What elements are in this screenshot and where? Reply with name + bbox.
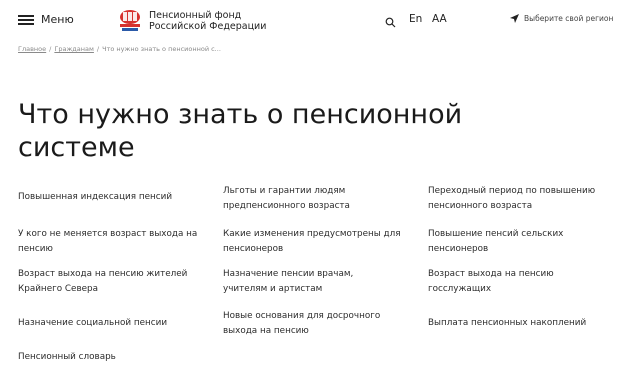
site-header: Меню Пенсионный фонд Российской Федераци… [0,0,637,44]
topic-link[interactable]: Повышенная индексация пенсий [18,190,213,205]
logo-line-1: Пенсионный фонд [149,10,242,21]
topic-link[interactable]: У кого не меняется возраст выхода на пен… [18,227,208,257]
menu-label: Меню [41,13,74,26]
topic-link[interactable]: Возраст выхода на пенсию госслужащих [428,267,603,297]
breadcrumb-separator: / [49,45,52,53]
search-icon [385,17,396,28]
breadcrumb-citizens[interactable]: Гражданам [54,45,94,53]
breadcrumb-separator: / [96,45,100,53]
topic-link[interactable]: Выплата пенсионных накоплений [428,316,623,331]
burger-icon [18,14,34,25]
breadcrumb-current: Что нужно знать о пенсионной с... [102,45,221,53]
topic-link[interactable]: Назначение пенсии врачам, учителям и арт… [223,267,398,297]
topic-link[interactable]: Повышение пенсий сельских пенсионеров [428,227,603,257]
accessibility-button[interactable]: AA [432,13,447,25]
menu-button[interactable]: Меню [18,13,74,26]
search-button[interactable] [385,13,396,32]
topic-link[interactable]: Какие изменения предусмотрены для пенсио… [223,227,408,257]
region-selector[interactable]: Выберите свой регион [510,14,613,23]
topic-link[interactable]: Возраст выхода на пенсию жителей Крайнег… [18,267,198,297]
breadcrumb-home[interactable]: Главное [18,45,46,53]
page-title: Что нужно знать о пенсионной системе [18,99,463,164]
topic-link[interactable]: Переходный период по повышению пенсионно… [428,184,623,214]
region-label: Выберите свой регион [524,14,614,23]
pfr-logo[interactable]: Пенсионный фонд Российской Федерации [117,8,266,34]
logo-text: Пенсионный фонд Российской Федерации [149,10,266,32]
topic-link[interactable]: Назначение социальной пенсии [18,316,213,331]
topic-link[interactable]: Льготы и гарантии людям предпенсионного … [223,184,403,214]
location-arrow-icon [510,14,519,23]
logo-line-2: Российской Федерации [149,21,267,32]
breadcrumb: Главное / Гражданам / Что нужно знать о пенс… [18,45,221,53]
topic-link[interactable]: Новые основания для досрочного выхода на… [223,309,408,339]
language-switch[interactable]: En [409,13,422,25]
topic-link[interactable]: Пенсионный словарь [18,350,213,365]
pfr-emblem-icon [120,10,140,31]
